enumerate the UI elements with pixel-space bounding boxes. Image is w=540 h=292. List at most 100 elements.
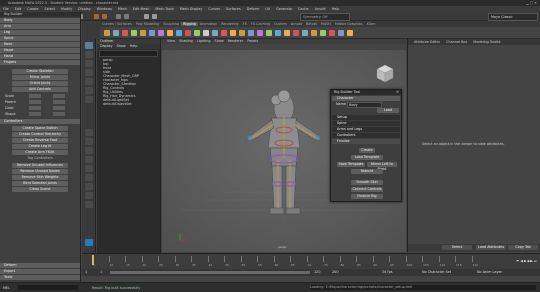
layout-outliner-icon[interactable] [85, 156, 93, 163]
menu-mesh-display[interactable]: Mesh Display [177, 7, 206, 11]
rig-button[interactable]: Clean Scene [12, 187, 68, 192]
param-field[interactable] [29, 112, 41, 116]
shelf-tool-icon[interactable] [338, 30, 344, 36]
layout-single-icon[interactable] [85, 129, 93, 136]
shelf-tab[interactable]: Curves / Surfaces [100, 22, 134, 26]
dialog-button[interactable]: Save Template [337, 162, 365, 167]
step-forward-icon[interactable]: ▶▶ [528, 259, 533, 263]
attr-tab[interactable]: Channel Box [443, 40, 470, 44]
dialog-button[interactable]: Finalize Rig [351, 194, 383, 199]
shelf-tool-icon[interactable] [203, 30, 209, 36]
dialog-button[interactable]: Smooth Skin [351, 180, 383, 185]
shelf-tab[interactable]: Sculpting [161, 22, 181, 26]
shelf-tool-icon[interactable] [257, 30, 263, 36]
menu-display[interactable]: Display [75, 7, 94, 11]
shelf-tab[interactable]: Bifrost [304, 22, 319, 26]
menu-select[interactable]: Select [42, 7, 58, 11]
shelf-tool-icon[interactable] [122, 30, 128, 36]
viewport-menu-item[interactable]: Lighting [195, 39, 213, 43]
dialog-section[interactable]: Controllers [332, 133, 400, 138]
shelf-tool-icon[interactable] [302, 30, 308, 36]
shelf-tool-icon[interactable] [311, 30, 317, 36]
shelf-tool-icon[interactable] [275, 30, 281, 36]
attr-select-button[interactable]: Select [442, 245, 472, 250]
dialog-button[interactable]: Mirror Left to Right [367, 162, 397, 171]
shelf-tool-icon[interactable] [212, 30, 218, 36]
rig-button[interactable]: Mirror Joints [12, 75, 68, 80]
last-tool-icon[interactable] [85, 96, 93, 103]
shelf-tool-icon[interactable] [230, 30, 236, 36]
viewport-menu-item[interactable]: Shading [177, 39, 195, 43]
select-tool-icon[interactable] [85, 42, 93, 49]
menu-file[interactable]: File [0, 7, 12, 11]
fps-selector[interactable]: 24 fps [382, 270, 393, 274]
shelf-tab[interactable]: Poly Modeling [134, 22, 161, 26]
layout-four-icon[interactable] [85, 138, 93, 145]
shelf-tab[interactable]: MASH [319, 22, 333, 26]
shelf-tool-icon[interactable] [239, 30, 245, 36]
menu-create[interactable]: Create [24, 7, 41, 11]
shelf-tool-icon[interactable] [140, 30, 146, 36]
paint-select-icon[interactable] [85, 60, 93, 67]
shelf-tool-icon[interactable] [167, 30, 173, 36]
go-end-icon[interactable]: ⏭ [534, 259, 537, 263]
shelf-tool-icon[interactable] [293, 30, 299, 36]
menu-generate[interactable]: Generate [273, 7, 295, 11]
param-field[interactable] [53, 112, 65, 116]
dialog-button[interactable]: Rebuild [351, 169, 383, 174]
menu-arnold[interactable]: Arnold [312, 7, 329, 11]
param-field[interactable] [29, 100, 41, 104]
attr-load-button[interactable]: Load Attributes [476, 245, 506, 250]
move-tool-icon[interactable] [85, 69, 93, 76]
menu-uv[interactable]: UV [262, 7, 273, 11]
command-input[interactable] [18, 285, 78, 290]
footer-section[interactable]: Deform [0, 263, 80, 268]
dialog-load-button[interactable]: Load [377, 108, 399, 113]
shelf-tool-icon[interactable] [329, 30, 335, 36]
section-hand[interactable]: Hand [0, 54, 80, 59]
shelf-tool-icon[interactable] [194, 30, 200, 36]
dialog-section[interactable]: Spine [332, 121, 400, 126]
script-lang-label[interactable]: MEL [3, 286, 10, 290]
shelf-tool-icon[interactable] [221, 30, 227, 36]
outliner-item[interactable]: defaultObjectSet [97, 102, 160, 106]
range-bar[interactable] [110, 271, 310, 274]
rig-button[interactable]: Create Skeleton [12, 69, 68, 74]
outliner-menu-item[interactable]: Display [100, 44, 117, 48]
menu-edit-mesh[interactable]: Edit Mesh [130, 7, 153, 11]
section-neck[interactable]: Neck [0, 42, 80, 47]
workspace-selector[interactable]: Maya Classic [488, 13, 538, 21]
rig-button[interactable]: Create Reverse Foot [12, 138, 68, 143]
menu-help[interactable]: Help [329, 7, 343, 11]
menu-surfaces[interactable]: Surfaces [223, 7, 244, 11]
dialog-close-icon[interactable]: ✕ [396, 90, 399, 95]
section-arm[interactable]: Arm [0, 24, 80, 29]
rig-button[interactable]: Orient Joints [12, 81, 68, 86]
rig-button[interactable]: Remove Unused Influences [12, 163, 68, 168]
outliner-menu-item[interactable]: Show [117, 44, 130, 48]
shelf-tab[interactable]: XGen [364, 22, 377, 26]
viewport-menu-item[interactable]: Panels [245, 39, 260, 43]
attr-tab[interactable]: Modeling Toolkit [470, 40, 503, 44]
shelf-tool-icon[interactable] [131, 30, 137, 36]
shelf-tool-icon[interactable] [149, 30, 155, 36]
shelf-tab[interactable]: Animation [198, 22, 219, 26]
menu-deform[interactable]: Deform [244, 7, 263, 11]
layout-custom-icon[interactable] [85, 192, 93, 199]
section-head[interactable]: Head [0, 48, 80, 53]
footer-section[interactable]: Export [0, 269, 80, 274]
menu-windows[interactable]: Windows [94, 7, 115, 11]
attr-tab[interactable]: Attribute Editor [411, 40, 443, 44]
playback-start-field[interactable]: 1 [100, 270, 102, 274]
footer-section[interactable]: Tools [0, 275, 80, 280]
layout-graph-icon[interactable] [85, 165, 93, 172]
shelf-tab[interactable]: Custom [272, 22, 289, 26]
shelf-tab[interactable]: Rendering [219, 22, 240, 26]
time-slider[interactable]: 5 10 15 20 25 30 35 40 45 50 55 60 65 70 75 80 85 90 95 100… [82, 253, 540, 269]
outliner-menu-item[interactable]: Help [130, 44, 142, 48]
param-field[interactable] [53, 94, 65, 98]
rig-button[interactable]: Remove Unused Nodes [12, 169, 68, 174]
section-leg[interactable]: Leg [0, 30, 80, 35]
shelf-tool-icon[interactable] [248, 30, 254, 36]
dialog-button[interactable]: Create [359, 148, 375, 153]
